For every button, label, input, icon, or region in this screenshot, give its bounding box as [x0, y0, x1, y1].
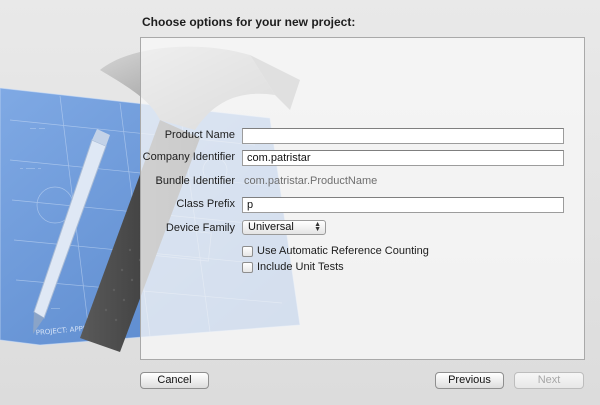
device-family-row: Device Family Universal ▲ ▼: [140, 220, 585, 237]
device-family-select[interactable]: Universal ▲ ▼: [242, 220, 326, 235]
cancel-button[interactable]: Cancel: [140, 372, 209, 389]
company-identifier-row: Company Identifier: [140, 150, 585, 166]
product-name-label: Product Name: [164, 129, 235, 141]
arc-label: Use Automatic Reference Counting: [257, 245, 429, 258]
unit-tests-label: Include Unit Tests: [257, 261, 344, 274]
bundle-identifier-label: Bundle Identifier: [155, 175, 236, 187]
product-name-row: Product Name: [140, 128, 585, 144]
dialog-heading: Choose options for your new project:: [142, 15, 356, 29]
class-prefix-label: Class Prefix: [176, 198, 235, 210]
arc-option[interactable]: Use Automatic Reference Counting: [242, 245, 429, 259]
unit-tests-checkbox[interactable]: [242, 261, 253, 273]
svg-text:— ——— —: — ——— —: [20, 166, 42, 172]
arc-checkbox[interactable]: [242, 245, 253, 257]
company-identifier-input[interactable]: [242, 150, 564, 166]
device-family-selected: Universal: [248, 221, 294, 233]
new-project-dialog: —— —— — ——— — ——— — — ——— PROJECT: APPLI…: [0, 0, 600, 405]
next-button[interactable]: Next: [514, 372, 584, 389]
previous-button[interactable]: Previous: [435, 372, 504, 389]
product-name-input[interactable]: [242, 128, 564, 144]
class-prefix-input[interactable]: [242, 197, 564, 213]
company-identifier-label: Company Identifier: [142, 151, 235, 163]
unit-tests-option[interactable]: Include Unit Tests: [242, 261, 344, 275]
device-family-label: Device Family: [165, 222, 235, 234]
class-prefix-row: Class Prefix: [140, 197, 585, 213]
bundle-identifier-row: Bundle Identifier com.patristar.ProductN…: [140, 174, 585, 190]
bundle-identifier-value: com.patristar.ProductName: [244, 175, 378, 187]
svg-text:—— ——: —— ——: [30, 126, 46, 132]
updown-arrows-icon: ▲ ▼: [314, 221, 321, 233]
